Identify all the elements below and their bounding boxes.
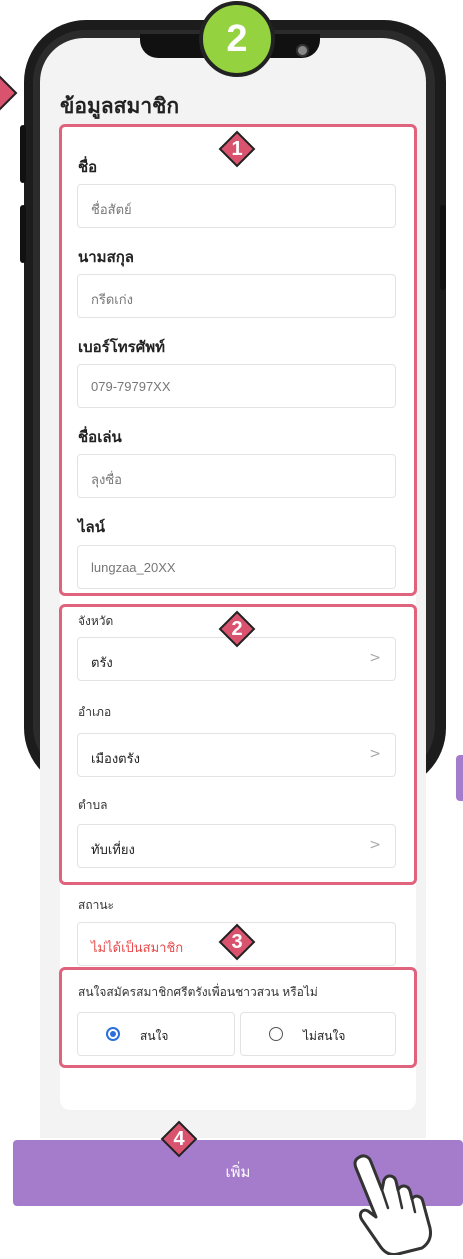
edge-diamond-decoration	[0, 74, 18, 112]
camera-icon	[296, 44, 309, 57]
highlight-interest	[59, 967, 417, 1068]
page-title: ข้อมูลสมาชิก	[60, 95, 180, 118]
step-number-badge: 2	[199, 1, 275, 77]
edge-purple-decoration	[456, 755, 463, 801]
step-badge-1: 1	[218, 130, 256, 168]
highlight-personal-info	[59, 124, 417, 596]
status-label: สถานะ	[78, 898, 114, 912]
step-badge-3: 3	[218, 923, 256, 961]
step-badge-2: 2	[218, 610, 256, 648]
pointing-hand-icon	[338, 1150, 448, 1256]
phone-side-button	[20, 205, 26, 263]
phone-side-button	[440, 205, 446, 290]
step-badge-4: 4	[160, 1120, 198, 1158]
phone-side-button	[20, 125, 26, 183]
